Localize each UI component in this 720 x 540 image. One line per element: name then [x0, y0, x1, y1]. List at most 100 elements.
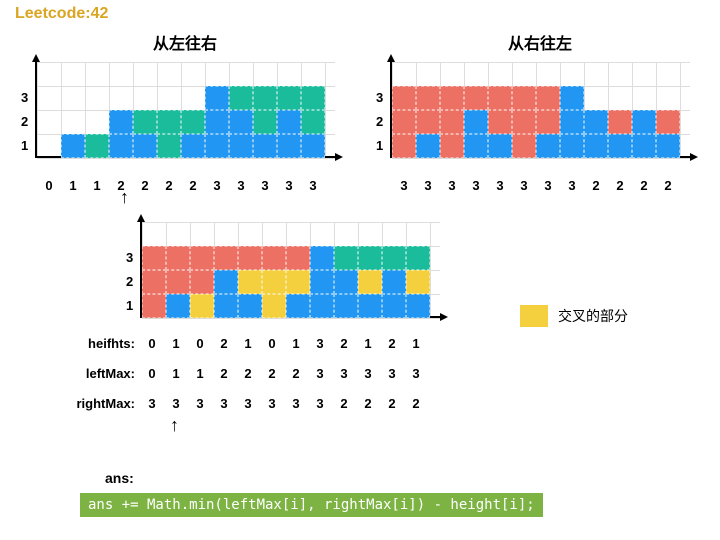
chart-intersection: 123 [140, 222, 440, 318]
data-value: 3 [332, 366, 356, 381]
grid-cell [382, 270, 406, 294]
grid-cell [536, 86, 560, 110]
grid-cell [85, 134, 109, 158]
x-axis-label: 3 [512, 178, 536, 193]
x-axis-label: 0 [37, 178, 61, 193]
row-label: leftMax: [55, 366, 135, 381]
x-axis-label: 2 [584, 178, 608, 193]
grid-cell [286, 246, 310, 270]
grid-cell [142, 246, 166, 270]
data-value: 0 [188, 336, 212, 351]
data-value: 2 [332, 396, 356, 411]
grid-cell [656, 110, 680, 134]
grid-cell [229, 86, 253, 110]
x-axis-label: 3 [205, 178, 229, 193]
x-axis-label: 3 [416, 178, 440, 193]
grid-cell [536, 134, 560, 158]
grid-cell [205, 86, 229, 110]
x-axis-label: 1 [61, 178, 85, 193]
grid-cell [334, 246, 358, 270]
formula: ans += Math.min(leftMax[i], rightMax[i])… [80, 493, 543, 517]
ans-label: ans: [105, 470, 134, 486]
x-axis-label: 3 [229, 178, 253, 193]
grid-cell [392, 134, 416, 158]
data-value: 3 [308, 366, 332, 381]
grid-cell [166, 246, 190, 270]
x-axis-label: 3 [536, 178, 560, 193]
grid-cell [157, 134, 181, 158]
y-axis-label: 2 [376, 114, 383, 129]
grid-cell [358, 294, 382, 318]
data-value: 1 [164, 366, 188, 381]
grid-cell [238, 270, 262, 294]
grid-cell [310, 270, 334, 294]
grid-cell [382, 294, 406, 318]
grid-cell [406, 294, 430, 318]
x-axis-label: 3 [560, 178, 584, 193]
y-axis-label: 3 [21, 90, 28, 105]
grid-cell [488, 134, 512, 158]
grid-cell [464, 134, 488, 158]
grid-cell [440, 134, 464, 158]
data-value: 3 [164, 396, 188, 411]
grid-cell [584, 110, 608, 134]
grid-cell [262, 294, 286, 318]
data-value: 2 [332, 336, 356, 351]
grid-cell [392, 86, 416, 110]
grid-cell [392, 110, 416, 134]
data-value: 3 [236, 396, 260, 411]
data-value: 2 [212, 336, 236, 351]
data-value: 2 [284, 366, 308, 381]
data-value: 3 [308, 336, 332, 351]
chart-left-to-right: 从左往右 123011222233333 [35, 30, 335, 158]
grid-cell [440, 110, 464, 134]
grid-cell [205, 134, 229, 158]
grid-cell [440, 86, 464, 110]
data-value: 2 [380, 336, 404, 351]
grid-cell [286, 270, 310, 294]
row-label: rightMax: [55, 396, 135, 411]
data-value: 3 [284, 396, 308, 411]
data-value: 2 [260, 366, 284, 381]
data-value: 3 [404, 366, 428, 381]
arrow-down-icon: ↑ [170, 415, 179, 436]
x-axis-label: 3 [440, 178, 464, 193]
data-value: 3 [188, 396, 212, 411]
grid-cell [416, 134, 440, 158]
grid-cell [334, 270, 358, 294]
grid-cell [560, 134, 584, 158]
grid-cell [416, 86, 440, 110]
chart-title: 从左往右 [35, 30, 335, 54]
data-value: 3 [308, 396, 332, 411]
data-value: 0 [140, 336, 164, 351]
grid-cell [464, 86, 488, 110]
grid-cell [190, 246, 214, 270]
y-axis-label: 3 [376, 90, 383, 105]
y-axis-label: 3 [126, 250, 133, 265]
grid-cell [166, 270, 190, 294]
grid-cell [181, 110, 205, 134]
grid-cell [406, 246, 430, 270]
page-header: Leetcode:42 [15, 5, 108, 23]
grid-cell [109, 110, 133, 134]
x-axis-label: 3 [301, 178, 325, 193]
grid-cell [382, 246, 406, 270]
data-value: 1 [284, 336, 308, 351]
x-axis-label: 2 [133, 178, 157, 193]
grid-cell [133, 134, 157, 158]
grid-cell [238, 294, 262, 318]
y-axis-label: 1 [376, 138, 383, 153]
data-value: 0 [140, 366, 164, 381]
grid-cell [262, 246, 286, 270]
data-value: 2 [356, 396, 380, 411]
grid-cell [181, 134, 205, 158]
grid-cell [334, 294, 358, 318]
data-value: 3 [260, 396, 284, 411]
data-value: 3 [380, 366, 404, 381]
grid-cell [301, 110, 325, 134]
x-axis-label: 2 [656, 178, 680, 193]
x-axis-label: 3 [253, 178, 277, 193]
x-axis-label: 2 [632, 178, 656, 193]
chart-title: 从右往左 [390, 30, 690, 54]
grid-cell [406, 270, 430, 294]
